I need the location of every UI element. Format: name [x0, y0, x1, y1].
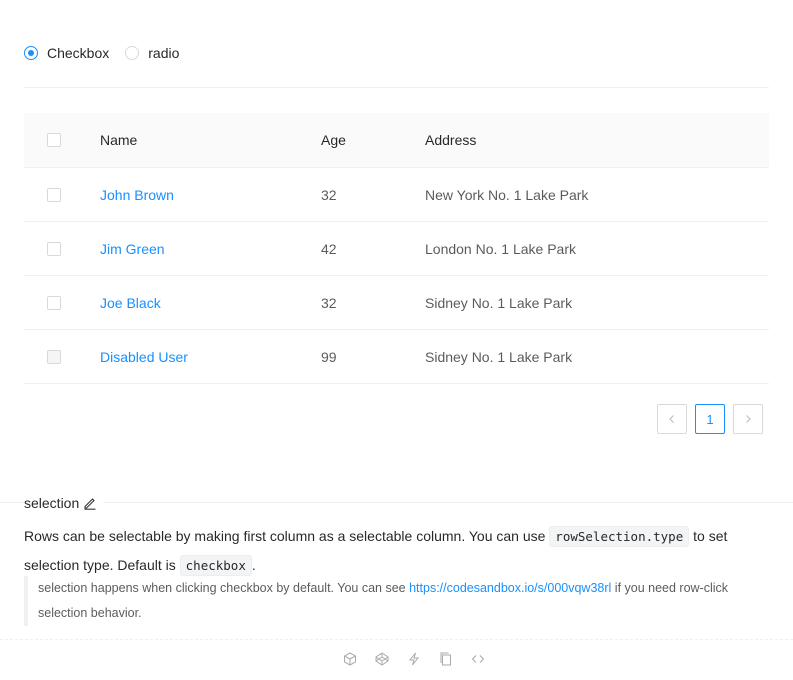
- name-link[interactable]: Disabled User: [100, 349, 188, 365]
- row-select-cell: [47, 168, 61, 221]
- name-cell: Disabled User: [100, 330, 188, 383]
- row-checkbox[interactable]: [47, 295, 61, 310]
- age-cell: 42: [321, 240, 337, 257]
- address-cell: New York No. 1 Lake Park: [425, 186, 589, 203]
- description-text: Rows can be selectable by making first c…: [24, 528, 550, 544]
- stackblitz-icon[interactable]: [406, 651, 422, 667]
- row-checkbox[interactable]: [47, 241, 61, 256]
- table-header-row: Name Age Address: [24, 113, 769, 168]
- column-header-address: Address: [425, 132, 477, 148]
- column-header-name: Name: [100, 132, 138, 148]
- codesandbox-link[interactable]: https://codesandbox.io/s/000vqw38rl: [409, 581, 611, 595]
- name-link[interactable]: Joe Black: [100, 295, 161, 311]
- age-cell: 99: [321, 348, 337, 365]
- prev-page-button[interactable]: [657, 404, 687, 434]
- divider: [24, 87, 769, 88]
- table-row: John Brown 32 New York No. 1 Lake Park: [24, 168, 769, 222]
- page-number-button[interactable]: 1: [695, 404, 725, 434]
- code-checkbox: checkbox: [179, 555, 252, 576]
- section-divider: [0, 502, 793, 503]
- column-header-age: Age: [321, 132, 346, 148]
- row-checkbox-disabled: [47, 349, 61, 364]
- row-select-cell: [47, 330, 61, 383]
- age-cell: 32: [321, 294, 337, 311]
- chevron-left-icon: [669, 415, 674, 423]
- table-row: Joe Black 32 Sidney No. 1 Lake Park: [24, 276, 769, 330]
- radio-label-radio: radio: [148, 45, 180, 61]
- selection-type-radio-group: Checkbox radio: [24, 44, 195, 62]
- radio-label-checkbox: Checkbox: [47, 45, 110, 61]
- select-all-cell: [47, 113, 61, 167]
- name-cell: John Brown: [100, 168, 174, 221]
- radio-checkbox-option[interactable]: Checkbox: [24, 45, 109, 61]
- code-expand-icon[interactable]: [470, 651, 486, 667]
- name-link[interactable]: John Brown: [100, 187, 174, 203]
- note-blockquote: selection happens when clicking checkbox…: [24, 576, 764, 626]
- address-cell: Sidney No. 1 Lake Park: [425, 294, 573, 311]
- name-cell: Jim Green: [100, 222, 165, 275]
- radio-unchecked-indicator[interactable]: [125, 46, 140, 60]
- pagination: 1: [657, 404, 763, 434]
- table-row: Jim Green 42 London No. 1 Lake Park: [24, 222, 769, 276]
- age-cell: 32: [321, 186, 337, 203]
- copy-icon[interactable]: [438, 651, 454, 667]
- section-title: selection: [24, 495, 104, 511]
- name-link[interactable]: Jim Green: [100, 241, 165, 257]
- actions-divider: [0, 639, 793, 640]
- data-table: Name Age Address John Brown 32 New York …: [24, 113, 769, 384]
- address-cell: Sidney No. 1 Lake Park: [425, 348, 573, 365]
- code-actions: [342, 651, 486, 667]
- select-all-checkbox[interactable]: [47, 133, 61, 147]
- next-page-button[interactable]: [733, 404, 763, 434]
- codesandbox-icon[interactable]: [342, 651, 358, 667]
- codepen-icon[interactable]: [374, 651, 390, 667]
- row-select-cell: [47, 222, 61, 275]
- row-checkbox[interactable]: [47, 187, 61, 202]
- row-select-cell: [47, 276, 61, 329]
- note-text: selection happens when clicking checkbox…: [38, 581, 410, 595]
- address-cell: London No. 1 Lake Park: [425, 240, 576, 257]
- demo-page: Checkbox radio Name Age Address John Bro…: [0, 0, 793, 680]
- name-cell: Joe Black: [100, 276, 161, 329]
- section-title-text: selection: [24, 495, 80, 511]
- radio-checked-indicator[interactable]: [24, 46, 38, 60]
- edit-icon[interactable]: [83, 496, 97, 510]
- chevron-right-icon: [746, 415, 751, 423]
- table-row: Disabled User 99 Sidney No. 1 Lake Park: [24, 330, 769, 384]
- description-text: .: [251, 557, 256, 573]
- code-row-selection-type: rowSelection.type: [549, 526, 690, 547]
- radio-radio-option[interactable]: radio: [125, 45, 179, 61]
- section-description: Rows can be selectable by making first c…: [24, 522, 764, 580]
